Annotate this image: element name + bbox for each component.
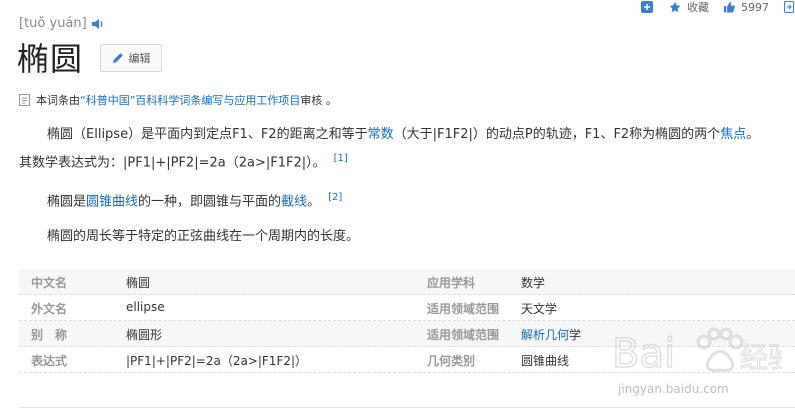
info-label: 别 称 (31, 328, 68, 342)
info-value: 数学 (521, 276, 546, 290)
link-constant[interactable]: 常数 (368, 127, 394, 142)
link-analytic-geometry[interactable]: 解析几何 (521, 328, 569, 342)
like-button[interactable]: 5997 (723, 1, 769, 14)
paragraph-text: 其数学表达式为：|PF1|+|PF2|=2a（2a>|F1F2|）。 (19, 155, 326, 171)
info-value: 椭圆 (126, 276, 151, 290)
paragraph-text: （大于|F1F2|）的动点P的轨迹，F1、F2称为椭圆的两个 (393, 127, 721, 142)
add-button[interactable] (641, 1, 653, 13)
paragraph-text: 。 (307, 194, 321, 210)
info-value: |PF1|+|PF2|=2a（2a>|F1F2|） (126, 354, 308, 368)
share-button[interactable] (783, 1, 795, 13)
pinyin-text: [tuǒ yuán] (19, 16, 87, 31)
review-org-link[interactable]: “科普中国”百科科学词条编写与应用工作项目 (80, 92, 300, 108)
pencil-icon (112, 53, 123, 63)
top-toolbar: 收藏 5997 (629, 0, 795, 14)
paragraph-3: 椭圆的周长等于特定的正弦曲线在一个周期内的长度。 (47, 227, 359, 247)
info-label: 表达式 (31, 354, 68, 368)
paragraph-1-line-2: 其数学表达式为：|PF1|+|PF2|=2a（2a>|F1F2|）。 [1] (19, 149, 348, 173)
info-label: 外文名 (31, 302, 68, 316)
table-row: 中文名 椭圆 应用学科 数学 (19, 269, 795, 295)
paragraph-text: 椭圆是 (47, 194, 87, 210)
info-label: 中文名 (31, 276, 68, 290)
watermark-url: jingyan.baidu.com (618, 382, 729, 396)
like-count: 5997 (741, 0, 769, 14)
plus-square-icon (641, 1, 653, 13)
edit-button[interactable]: 编辑 (100, 44, 162, 72)
edit-label: 编辑 (128, 52, 151, 65)
reference-2[interactable]: [2] (328, 192, 342, 203)
info-value-suffix: 学 (569, 328, 582, 342)
link-conic-section[interactable]: 圆锥曲线 (86, 194, 138, 209)
review-suffix: 审核 。 (300, 94, 337, 107)
info-label: 几何类别 (427, 354, 476, 368)
speaker-icon[interactable] (91, 18, 105, 30)
info-value: 解析几何学 (521, 326, 581, 343)
info-value: 天文学 (521, 302, 558, 316)
paragraph-2: 椭圆是圆锥曲线的一种，即圆锥与平面的截线。 [2] (47, 188, 342, 212)
link-section-line[interactable]: 截线 (281, 194, 307, 209)
favorite-label: 收藏 (687, 1, 709, 14)
info-label: 应用学科 (427, 276, 476, 290)
review-prefix: 本词条由 (36, 94, 80, 107)
paragraph-text: 椭圆（Ellipse）是平面内到定点F1、F2的距离之和等于 (47, 127, 368, 142)
favorite-button[interactable]: 收藏 (669, 0, 709, 15)
divider (19, 407, 795, 408)
svg-text:经验: 经验 (740, 341, 782, 374)
info-value: 椭圆形 (126, 328, 163, 342)
svg-text:Bai: Bai (612, 331, 675, 377)
page-title: 椭圆 (17, 40, 84, 78)
info-value: 圆锥曲线 (521, 354, 570, 368)
info-value: ellipse (126, 300, 165, 314)
pinyin: [tuǒ yuán] (19, 16, 105, 31)
document-icon (19, 94, 30, 106)
paragraph-text: 。 (746, 127, 760, 142)
review-notice: 本词条由 “科普中国”百科科学词条编写与应用工作项目 审核 。 (19, 92, 337, 108)
paragraph-text: 的一种，即圆锥与平面的 (138, 194, 282, 210)
thumbs-up-icon (723, 1, 735, 13)
reference-1[interactable]: [1] (334, 153, 348, 164)
paragraph-text: 椭圆的周长等于特定的正弦曲线在一个周期内的长度。 (47, 229, 360, 244)
info-label: 适用领域范围 (427, 302, 500, 316)
info-label: 适用领域范围 (427, 328, 500, 342)
paragraph-1-line-1: 椭圆（Ellipse）是平面内到定点F1、F2的距离之和等于常数（大于|F1F2… (47, 125, 759, 145)
share-icon (783, 1, 795, 13)
star-icon (669, 1, 681, 13)
link-focus[interactable]: 焦点 (720, 127, 746, 142)
